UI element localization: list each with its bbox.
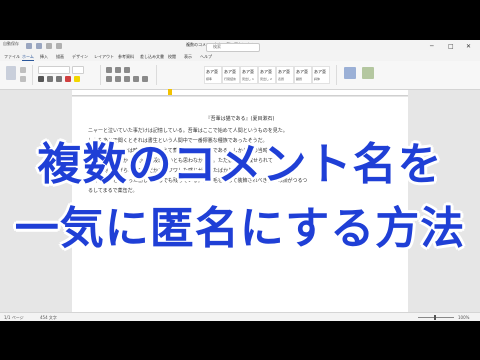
style-caption: 標準 [206, 77, 213, 81]
autosave-label: 自動保存 [3, 41, 19, 46]
style-no-spacing[interactable]: あア亜 行間詰め [222, 66, 240, 84]
underline-icon[interactable] [56, 76, 62, 82]
style-caption: 見出し 2 [260, 77, 272, 81]
copy-icon[interactable] [20, 76, 26, 82]
zoom-slider[interactable] [418, 317, 454, 318]
style-subtitle[interactable]: あア亜 副題 [294, 66, 312, 84]
ruler[interactable] [72, 89, 408, 96]
style-emphasis[interactable]: あア亜 斜体 [312, 66, 330, 84]
cut-icon[interactable] [20, 67, 26, 73]
save-icon[interactable] [36, 43, 42, 49]
headline-line-1: 複数のコメント名を [37, 138, 443, 191]
style-sample: あア亜 [296, 69, 308, 74]
font-name-select[interactable] [38, 66, 70, 74]
align-right-icon[interactable] [124, 76, 130, 82]
font-size-select[interactable] [72, 66, 84, 74]
headline-line-2: 一気に匿名にする方法 [14, 202, 466, 255]
align-left-icon[interactable] [106, 76, 112, 82]
undo-icon[interactable] [46, 43, 52, 49]
minimize-button[interactable]: ─ [430, 43, 434, 50]
style-caption: 副題 [296, 77, 303, 81]
tab-view[interactable]: 表示 [184, 54, 192, 60]
line-spacing-icon[interactable] [142, 76, 148, 82]
style-heading-2[interactable]: あア亜 見出し 2 [258, 66, 276, 84]
style-caption: 斜体 [314, 77, 321, 81]
tab-insert[interactable]: 挿入 [40, 54, 48, 60]
ribbon: あア亜 標準 あア亜 行間詰め あア亜 見出し 1 あア亜 見出し 2 あア亜 … [0, 61, 480, 90]
ribbon-divider [156, 65, 157, 85]
style-normal[interactable]: あア亜 標準 [204, 66, 222, 84]
editing-icon[interactable] [344, 67, 356, 79]
italic-icon[interactable] [47, 76, 53, 82]
highlight-icon[interactable] [74, 76, 80, 82]
tab-layout[interactable]: レイアウト [94, 54, 114, 60]
zoom-level[interactable]: 100% [458, 315, 469, 320]
style-caption: 行間詰め [224, 77, 237, 81]
style-title[interactable]: あア亜 表題 [276, 66, 294, 84]
paste-icon[interactable] [6, 66, 16, 80]
style-caption: 見出し 1 [242, 77, 254, 81]
ribbon-divider [100, 65, 101, 85]
search-input[interactable]: 検索 [206, 43, 260, 52]
style-caption: 表題 [278, 77, 285, 81]
tab-references[interactable]: 参考資料 [118, 54, 134, 60]
page-count[interactable]: 1/1 ページ [4, 315, 24, 321]
indent-marker[interactable] [168, 89, 172, 95]
tab-home[interactable]: ホーム [22, 54, 34, 61]
style-sample: あア亜 [206, 69, 218, 74]
style-heading-1[interactable]: あア亜 見出し 1 [240, 66, 258, 84]
style-sample: あア亜 [242, 69, 254, 74]
redo-icon[interactable] [56, 43, 62, 49]
close-button[interactable]: ✕ [466, 43, 471, 50]
font-color-icon[interactable] [65, 76, 71, 82]
dictate-icon[interactable] [362, 67, 374, 79]
maximize-button[interactable]: □ [448, 43, 454, 50]
justify-icon[interactable] [133, 76, 139, 82]
ribbon-divider [32, 65, 33, 85]
ribbon-divider [336, 65, 337, 85]
word-count[interactable]: 454 文字 [40, 315, 57, 321]
style-sample: あア亜 [314, 69, 326, 74]
zoom-slider-thumb[interactable] [434, 315, 436, 320]
status-bar: 1/1 ページ 454 文字 100% [0, 312, 480, 321]
autosave-toggle-icon[interactable] [26, 43, 32, 49]
align-center-icon[interactable] [115, 76, 121, 82]
ribbon-tabs: ファイル ホーム 挿入 描画 デザイン レイアウト 参考資料 差し込み文書 校閲… [0, 53, 480, 61]
tab-mailings[interactable]: 差し込み文書 [140, 54, 164, 60]
title-bar: 自動保存 複数のコメント名を一気に匿名にする 検索 ─ □ ✕ [0, 40, 480, 54]
tab-design[interactable]: デザイン [72, 54, 88, 60]
bullets-icon[interactable] [106, 67, 112, 73]
indent-icon[interactable] [124, 67, 130, 73]
video-frame: 自動保存 複数のコメント名を一気に匿名にする 検索 ─ □ ✕ ファイル ホーム… [0, 0, 480, 360]
search-placeholder: 検索 [213, 44, 221, 49]
style-sample: あア亜 [278, 69, 290, 74]
document-title-line: 『吾輩は猫である』(夏目漱石) [205, 116, 275, 122]
tab-review[interactable]: 校閲 [168, 54, 176, 60]
bold-icon[interactable] [38, 76, 44, 82]
numbering-icon[interactable] [115, 67, 121, 73]
tab-help[interactable]: ヘルプ [200, 54, 212, 60]
tab-draw[interactable]: 描画 [56, 54, 64, 60]
style-sample: あア亜 [224, 69, 236, 74]
tab-file[interactable]: ファイル [4, 54, 20, 60]
style-sample: あア亜 [260, 69, 272, 74]
